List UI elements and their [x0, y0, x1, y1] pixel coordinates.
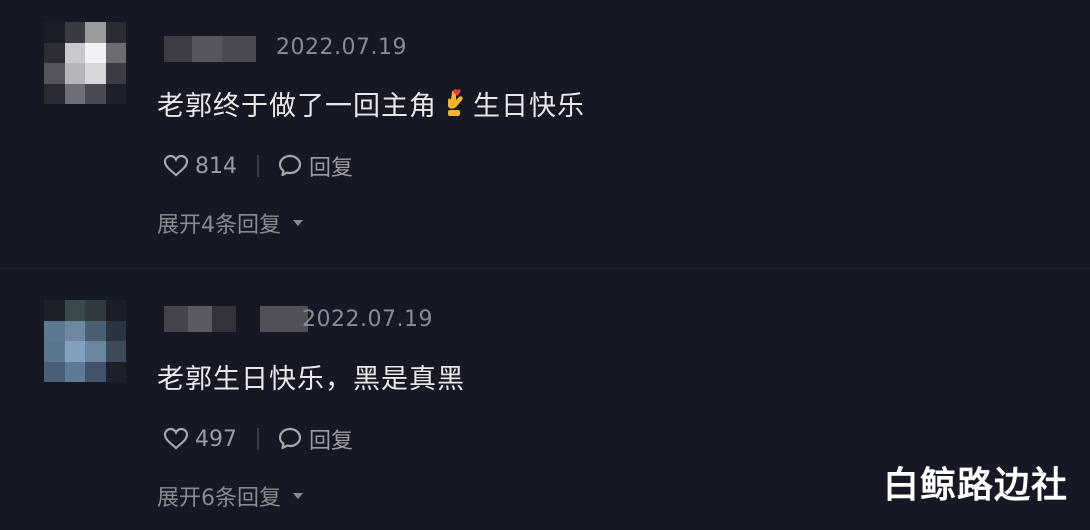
expand-replies-label: 展开4条回复 — [157, 213, 281, 238]
reply-label: 回复 — [309, 429, 354, 454]
comment-list: 2022.07.19 老郭终于做了一回主角 生日快乐 814 回复 展开4条回复 — [0, 0, 1090, 530]
like-count: 814 — [195, 153, 237, 179]
heart-icon — [163, 154, 189, 177]
caret-down-icon — [293, 493, 303, 499]
expand-replies-label: 展开6条回复 — [157, 486, 281, 511]
reply-button[interactable]: 回复 — [277, 423, 353, 455]
comment-text-part: 老郭终于做了一回主角 — [157, 91, 437, 122]
expand-replies-button[interactable]: 展开4条回复 — [157, 207, 303, 239]
comment-text-part: 生日快乐 — [473, 91, 585, 122]
like-count: 497 — [195, 426, 237, 452]
watermark: 白鲸路边社 — [882, 465, 1068, 506]
username-blurred[interactable] — [164, 306, 308, 332]
divider — [257, 155, 259, 177]
like-button[interactable]: 814 — [163, 154, 237, 179]
reply-label: 回复 — [309, 156, 354, 181]
chat-bubble-icon — [278, 427, 302, 450]
comment-actions: 814 回复 — [163, 150, 353, 182]
comment-date: 2022.07.19 — [276, 35, 407, 60]
comment-text: 老郭生日快乐，黑是真黑 — [157, 364, 465, 395]
divider — [0, 268, 1090, 269]
chat-bubble-icon — [278, 154, 302, 177]
expand-replies-button[interactable]: 展开6条回复 — [157, 480, 303, 512]
comment-date: 2022.07.19 — [302, 307, 433, 332]
reply-button[interactable]: 回复 — [277, 150, 353, 182]
comment-text: 老郭终于做了一回主角 生日快乐 — [157, 84, 585, 125]
avatar[interactable] — [44, 22, 126, 104]
divider — [257, 428, 259, 450]
heart-icon — [163, 427, 189, 450]
like-button[interactable]: 497 — [163, 427, 237, 452]
comment-actions: 497 回复 — [163, 423, 353, 455]
caret-down-icon — [293, 220, 303, 226]
avatar[interactable] — [44, 300, 126, 382]
crossed-fingers-heart-icon — [443, 88, 467, 125]
username-blurred[interactable] — [164, 36, 256, 62]
